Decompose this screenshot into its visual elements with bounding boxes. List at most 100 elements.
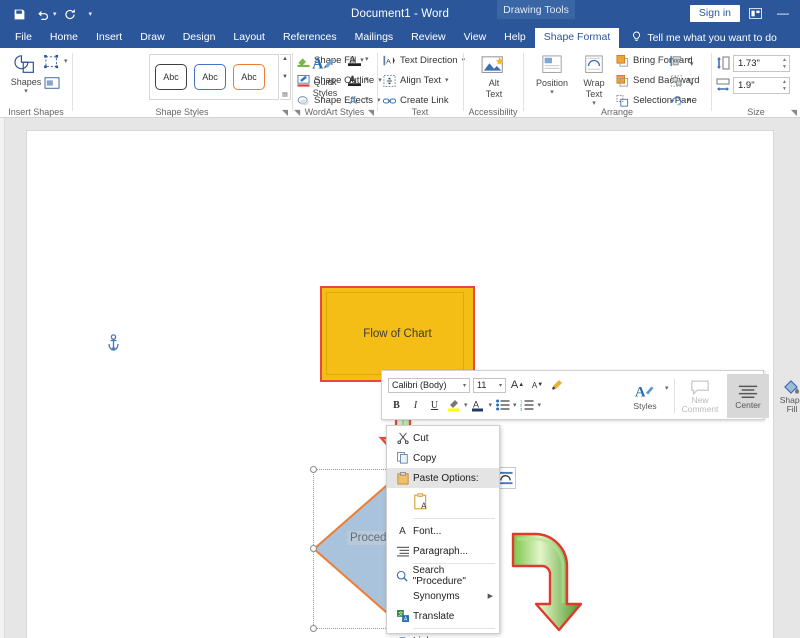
align-text-button[interactable]: Align Text ▾ <box>383 75 449 87</box>
context-menu-item-synonyms[interactable]: Synonyms ▶ <box>387 586 499 606</box>
numbering-icon[interactable]: 123 <box>519 397 536 413</box>
tab-home[interactable]: Home <box>41 28 87 48</box>
shrink-font-button[interactable]: A ▼ <box>529 377 546 393</box>
minimize-icon[interactable]: — <box>770 3 796 23</box>
context-menu-item-font[interactable]: A Font... <box>387 521 499 541</box>
ribbon-display-options-icon[interactable] <box>742 3 768 23</box>
tab-mailings[interactable]: Mailings <box>346 28 403 48</box>
redo-icon[interactable] <box>59 4 81 24</box>
italic-button[interactable]: I <box>407 397 424 413</box>
tell-me-search[interactable]: Tell me what you want to do <box>619 28 777 48</box>
edit-shape-dropdown-icon[interactable]: ▾ <box>64 56 68 68</box>
text-fill-dropdown-icon[interactable]: ▾ <box>365 54 369 66</box>
tab-insert[interactable]: Insert <box>87 28 131 48</box>
tab-shape-format[interactable]: Shape Format <box>534 28 620 48</box>
tab-design[interactable]: Design <box>174 28 225 48</box>
tab-layout[interactable]: Layout <box>224 28 274 48</box>
shape-height-field[interactable]: 1.73" ▲ ▼ <box>733 55 790 72</box>
resize-handle-bottom-left[interactable] <box>310 625 317 632</box>
context-menu-item-translate[interactable]: 文A Translate <box>387 606 499 626</box>
paste-option-keep-text-only[interactable]: A <box>387 488 499 516</box>
wordart-dialog-launcher-left[interactable]: ◥ <box>294 108 300 117</box>
tab-help[interactable]: Help <box>495 28 535 48</box>
shape-style-option-1[interactable]: Abc <box>155 64 187 90</box>
shape-style-option-2[interactable]: Abc <box>194 64 226 90</box>
tab-references[interactable]: References <box>274 28 346 48</box>
group-objects-button[interactable]: ▾ <box>670 75 691 87</box>
edit-shape-button[interactable]: ▾ <box>44 55 68 69</box>
tab-review[interactable]: Review <box>402 28 454 48</box>
position-button[interactable]: Position ▾ <box>530 55 574 98</box>
draw-text-box-button[interactable] <box>44 76 60 90</box>
font-size-dropdown-icon[interactable]: ▾ <box>499 382 502 389</box>
size-dialog-launcher[interactable]: ◥ <box>791 108 797 117</box>
shape-styles-gallery-scroll[interactable]: ▲ ▼ ▤ <box>280 54 291 100</box>
font-name-dropdown-icon[interactable]: ▾ <box>463 382 466 389</box>
context-menu[interactable]: Cut Copy Paste Options: A A Font... Para… <box>386 425 500 638</box>
save-icon[interactable] <box>8 4 30 24</box>
text-effects-dropdown-icon[interactable]: ▾ <box>365 94 369 106</box>
gallery-more-icon[interactable]: ▤ <box>282 91 288 98</box>
alt-text-button[interactable]: Alt Text <box>476 55 512 99</box>
context-menu-item-copy[interactable]: Copy <box>387 448 499 468</box>
text-outline-dropdown-icon[interactable]: ▾ <box>365 74 369 86</box>
center-align-button[interactable]: Center <box>727 374 769 418</box>
context-menu-item-link[interactable]: Link <box>387 631 499 638</box>
font-color-dropdown-icon[interactable]: ▾ <box>489 401 493 409</box>
underline-button[interactable]: U <box>426 397 443 413</box>
bold-button[interactable]: B <box>388 397 405 413</box>
font-color-icon[interactable]: A <box>470 397 487 413</box>
wordart-dialog-launcher[interactable]: ◥ <box>368 108 374 117</box>
rotate-dropdown-icon[interactable]: ▾ <box>687 95 691 107</box>
customize-qat-icon[interactable]: ▾ <box>89 10 93 18</box>
align-objects-button[interactable]: ▾ <box>670 55 691 67</box>
grow-font-button[interactable]: A ▲ <box>509 377 526 393</box>
text-highlight-color-icon[interactable] <box>445 397 462 413</box>
wrap-text-button[interactable]: Wrap Text ▾ <box>574 55 614 109</box>
shape-style-option-3[interactable]: Abc <box>233 64 265 90</box>
curved-green-arrow[interactable] <box>510 530 596 634</box>
mini-formatting-toolbar[interactable]: Calibri (Body) ▾ 11 ▾ A ▲ A ▼ B I U ▾ A ▾ <box>381 370 800 420</box>
shape-styles-gallery[interactable]: Abc Abc Abc <box>149 54 279 100</box>
format-painter-icon[interactable] <box>549 377 566 393</box>
shape-styles-dialog-launcher[interactable]: ◥ <box>282 108 288 117</box>
shapes-button[interactable]: Shapes ▾ <box>6 54 46 97</box>
context-menu-item-paste-options[interactable]: Paste Options: <box>387 468 499 488</box>
flow-of-chart-rectangle[interactable]: Flow of Chart <box>320 286 475 382</box>
text-effects-button[interactable]: A ▾ <box>348 93 369 107</box>
styles-button[interactable]: A Styles <box>625 376 665 416</box>
shape-width-field[interactable]: 1.9" ▲ ▼ <box>733 77 790 94</box>
context-menu-item-cut[interactable]: Cut <box>387 428 499 448</box>
shape-fill-mini-button[interactable]: Shape Fill <box>771 374 800 418</box>
tab-file[interactable]: File <box>6 28 41 48</box>
scroll-up-icon[interactable]: ▲ <box>282 56 288 62</box>
font-size-combobox[interactable]: 11 ▾ <box>473 377 506 393</box>
tab-view[interactable]: View <box>455 28 496 48</box>
numbering-dropdown-icon[interactable]: ▾ <box>538 401 542 409</box>
context-menu-item-paragraph[interactable]: Paragraph... <box>387 541 499 561</box>
group-dropdown-icon[interactable]: ▾ <box>687 75 691 87</box>
context-menu-item-search[interactable]: Search "Procedure" <box>387 565 499 587</box>
shape-width-spinner[interactable]: ▲ ▼ <box>782 79 787 93</box>
sign-in-button[interactable]: Sign in <box>689 4 740 22</box>
bullets-icon[interactable] <box>494 397 511 413</box>
text-fill-button[interactable]: A ▾ <box>348 53 369 67</box>
font-name-combobox[interactable]: Calibri (Body) ▾ <box>388 377 470 393</box>
undo-icon[interactable] <box>32 4 54 24</box>
undo-dropdown-icon[interactable]: ▾ <box>53 10 57 18</box>
resize-handle-top-left[interactable] <box>310 466 317 473</box>
create-link-button[interactable]: Create Link <box>383 95 449 107</box>
bullets-dropdown-icon[interactable]: ▾ <box>513 401 517 409</box>
tab-draw[interactable]: Draw <box>131 28 174 48</box>
scroll-down-icon[interactable]: ▼ <box>282 74 288 80</box>
text-outline-button[interactable]: A ▾ <box>348 73 369 87</box>
shape-height-spinner[interactable]: ▲ ▼ <box>782 57 787 71</box>
wordart-quick-styles-button[interactable]: A Quick Styles <box>303 54 347 98</box>
align-text-dropdown-icon[interactable]: ▾ <box>445 75 449 87</box>
resize-handle-middle-left[interactable] <box>310 545 317 552</box>
styles-dropdown-icon[interactable]: ▾ <box>665 384 669 392</box>
text-direction-button[interactable]: A Text Direction ▾ <box>383 55 465 67</box>
rotate-objects-button[interactable]: ▾ <box>670 95 691 107</box>
highlight-dropdown-icon[interactable]: ▾ <box>464 401 468 409</box>
align-dropdown-icon[interactable]: ▾ <box>687 55 691 67</box>
